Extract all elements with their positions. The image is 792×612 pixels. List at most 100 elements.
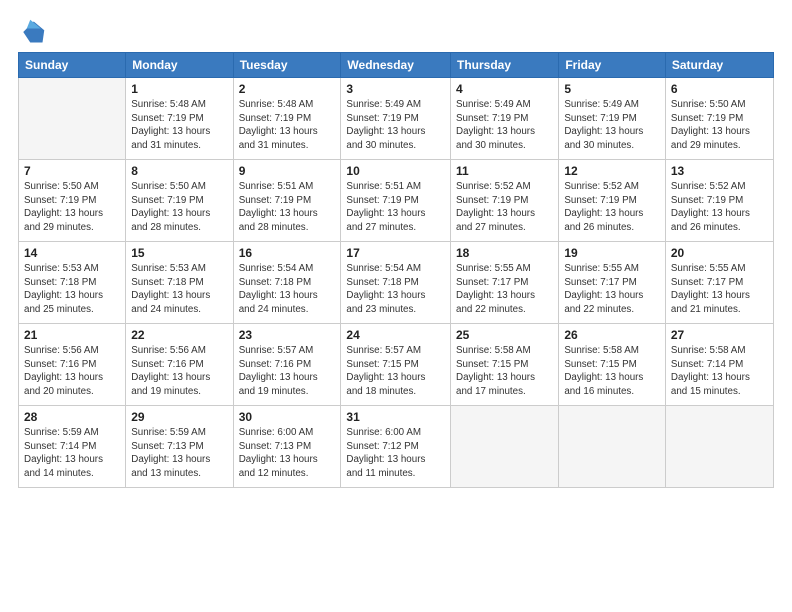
weekday-header: Thursday — [451, 53, 559, 78]
calendar: SundayMondayTuesdayWednesdayThursdayFrid… — [18, 52, 774, 488]
calendar-cell: 17 Sunrise: 5:54 AM Sunset: 7:18 PM Dayli… — [341, 242, 451, 324]
day-info: Sunrise: 5:50 AM Sunset: 7:19 PM Dayligh… — [24, 180, 120, 235]
day-number: 6 — [671, 82, 768, 96]
logo — [18, 18, 50, 46]
day-number: 18 — [456, 246, 553, 260]
calendar-week-row: 1 Sunrise: 5:48 AM Sunset: 7:19 PM Daylig… — [19, 78, 774, 160]
calendar-cell: 14Sunrise: 5:53 AM Sunset: 7:18 PM Dayli… — [19, 242, 126, 324]
calendar-cell: 22 Sunrise: 5:56 AM Sunset: 7:16 PM Dayli… — [126, 324, 233, 406]
page: SundayMondayTuesdayWednesdayThursdayFrid… — [0, 0, 792, 612]
day-number: 12 — [564, 164, 660, 178]
day-info: Sunrise: 5:54 AM Sunset: 7:18 PM Dayligh… — [346, 262, 445, 317]
day-info: Sunrise: 5:52 AM Sunset: 7:19 PM Dayligh… — [671, 180, 768, 235]
day-number: 17 — [346, 246, 445, 260]
day-number: 13 — [671, 164, 768, 178]
day-info: Sunrise: 5:55 AM Sunset: 7:17 PM Dayligh… — [564, 262, 660, 317]
day-number: 8 — [131, 164, 227, 178]
calendar-cell: 13 Sunrise: 5:52 AM Sunset: 7:19 PM Dayli… — [665, 160, 773, 242]
day-number: 20 — [671, 246, 768, 260]
calendar-cell: 24 Sunrise: 5:57 AM Sunset: 7:15 PM Dayli… — [341, 324, 451, 406]
calendar-body: 1 Sunrise: 5:48 AM Sunset: 7:19 PM Daylig… — [19, 78, 774, 488]
day-info: Sunrise: 5:48 AM Sunset: 7:19 PM Dayligh… — [239, 98, 336, 153]
calendar-cell: 20Sunrise: 5:55 AM Sunset: 7:17 PM Dayli… — [665, 242, 773, 324]
weekday-header-row: SundayMondayTuesdayWednesdayThursdayFrid… — [19, 53, 774, 78]
calendar-cell — [665, 406, 773, 488]
calendar-cell: 5 Sunrise: 5:49 AM Sunset: 7:19 PM Daylig… — [559, 78, 666, 160]
calendar-cell — [19, 78, 126, 160]
calendar-cell: 19 Sunrise: 5:55 AM Sunset: 7:17 PM Dayli… — [559, 242, 666, 324]
calendar-header: SundayMondayTuesdayWednesdayThursdayFrid… — [19, 53, 774, 78]
calendar-cell: 25Sunrise: 5:58 AM Sunset: 7:15 PM Dayli… — [451, 324, 559, 406]
calendar-cell: 28 Sunrise: 5:59 AM Sunset: 7:14 PM Dayli… — [19, 406, 126, 488]
day-info: Sunrise: 5:48 AM Sunset: 7:19 PM Dayligh… — [131, 98, 227, 153]
weekday-header: Tuesday — [233, 53, 341, 78]
day-info: Sunrise: 5:56 AM Sunset: 7:16 PM Dayligh… — [24, 344, 120, 399]
day-number: 2 — [239, 82, 336, 96]
day-number: 16 — [239, 246, 336, 260]
calendar-cell: 10 Sunrise: 5:51 AM Sunset: 7:19 PM Dayli… — [341, 160, 451, 242]
day-number: 23 — [239, 328, 336, 342]
day-number: 21 — [24, 328, 120, 342]
calendar-cell: 27 Sunrise: 5:58 AM Sunset: 7:14 PM Dayli… — [665, 324, 773, 406]
header — [18, 18, 774, 46]
calendar-cell: 15 Sunrise: 5:53 AM Sunset: 7:18 PM Dayli… — [126, 242, 233, 324]
calendar-cell: 3 Sunrise: 5:49 AM Sunset: 7:19 PM Daylig… — [341, 78, 451, 160]
day-info: Sunrise: 5:51 AM Sunset: 7:19 PM Dayligh… — [346, 180, 445, 235]
calendar-cell: 16 Sunrise: 5:54 AM Sunset: 7:18 PM Dayli… — [233, 242, 341, 324]
calendar-cell — [559, 406, 666, 488]
day-number: 22 — [131, 328, 227, 342]
calendar-cell: 9Sunrise: 5:51 AM Sunset: 7:19 PM Daylig… — [233, 160, 341, 242]
day-number: 4 — [456, 82, 553, 96]
day-info: Sunrise: 6:00 AM Sunset: 7:12 PM Dayligh… — [346, 426, 445, 481]
day-number: 26 — [564, 328, 660, 342]
day-number: 30 — [239, 410, 336, 424]
calendar-cell: 31 Sunrise: 6:00 AM Sunset: 7:12 PM Dayli… — [341, 406, 451, 488]
day-info: Sunrise: 5:59 AM Sunset: 7:14 PM Dayligh… — [24, 426, 120, 481]
calendar-cell: 4 Sunrise: 5:49 AM Sunset: 7:19 PM Daylig… — [451, 78, 559, 160]
day-info: Sunrise: 6:00 AM Sunset: 7:13 PM Dayligh… — [239, 426, 336, 481]
day-info: Sunrise: 5:57 AM Sunset: 7:15 PM Dayligh… — [346, 344, 445, 399]
logo-icon — [18, 18, 46, 46]
day-number: 31 — [346, 410, 445, 424]
day-info: Sunrise: 5:53 AM Sunset: 7:18 PM Dayligh… — [131, 262, 227, 317]
calendar-cell: 7Sunrise: 5:50 AM Sunset: 7:19 PM Daylig… — [19, 160, 126, 242]
calendar-week-row: 7Sunrise: 5:50 AM Sunset: 7:19 PM Daylig… — [19, 160, 774, 242]
day-info: Sunrise: 5:50 AM Sunset: 7:19 PM Dayligh… — [671, 98, 768, 153]
calendar-week-row: 21 Sunrise: 5:56 AM Sunset: 7:16 PM Dayli… — [19, 324, 774, 406]
weekday-header: Sunday — [19, 53, 126, 78]
day-number: 5 — [564, 82, 660, 96]
calendar-cell: 29Sunrise: 5:59 AM Sunset: 7:13 PM Dayli… — [126, 406, 233, 488]
day-info: Sunrise: 5:49 AM Sunset: 7:19 PM Dayligh… — [456, 98, 553, 153]
day-info: Sunrise: 5:49 AM Sunset: 7:19 PM Dayligh… — [346, 98, 445, 153]
day-number: 1 — [131, 82, 227, 96]
day-number: 28 — [24, 410, 120, 424]
day-info: Sunrise: 5:53 AM Sunset: 7:18 PM Dayligh… — [24, 262, 120, 317]
calendar-week-row: 14Sunrise: 5:53 AM Sunset: 7:18 PM Dayli… — [19, 242, 774, 324]
day-info: Sunrise: 5:54 AM Sunset: 7:18 PM Dayligh… — [239, 262, 336, 317]
weekday-header: Friday — [559, 53, 666, 78]
calendar-cell — [451, 406, 559, 488]
calendar-cell: 12 Sunrise: 5:52 AM Sunset: 7:19 PM Dayli… — [559, 160, 666, 242]
day-info: Sunrise: 5:52 AM Sunset: 7:19 PM Dayligh… — [564, 180, 660, 235]
day-number: 9 — [239, 164, 336, 178]
day-info: Sunrise: 5:58 AM Sunset: 7:15 PM Dayligh… — [564, 344, 660, 399]
day-info: Sunrise: 5:57 AM Sunset: 7:16 PM Dayligh… — [239, 344, 336, 399]
day-number: 24 — [346, 328, 445, 342]
weekday-header: Saturday — [665, 53, 773, 78]
day-info: Sunrise: 5:58 AM Sunset: 7:15 PM Dayligh… — [456, 344, 553, 399]
day-number: 27 — [671, 328, 768, 342]
calendar-cell: 6 Sunrise: 5:50 AM Sunset: 7:19 PM Daylig… — [665, 78, 773, 160]
day-number: 15 — [131, 246, 227, 260]
day-info: Sunrise: 5:55 AM Sunset: 7:17 PM Dayligh… — [456, 262, 553, 317]
day-info: Sunrise: 5:58 AM Sunset: 7:14 PM Dayligh… — [671, 344, 768, 399]
calendar-cell: 21 Sunrise: 5:56 AM Sunset: 7:16 PM Dayli… — [19, 324, 126, 406]
day-info: Sunrise: 5:56 AM Sunset: 7:16 PM Dayligh… — [131, 344, 227, 399]
day-info: Sunrise: 5:49 AM Sunset: 7:19 PM Dayligh… — [564, 98, 660, 153]
calendar-cell: 1 Sunrise: 5:48 AM Sunset: 7:19 PM Daylig… — [126, 78, 233, 160]
calendar-week-row: 28 Sunrise: 5:59 AM Sunset: 7:14 PM Dayli… — [19, 406, 774, 488]
day-number: 19 — [564, 246, 660, 260]
day-number: 11 — [456, 164, 553, 178]
day-number: 10 — [346, 164, 445, 178]
calendar-cell: 23 Sunrise: 5:57 AM Sunset: 7:16 PM Dayli… — [233, 324, 341, 406]
day-number: 3 — [346, 82, 445, 96]
